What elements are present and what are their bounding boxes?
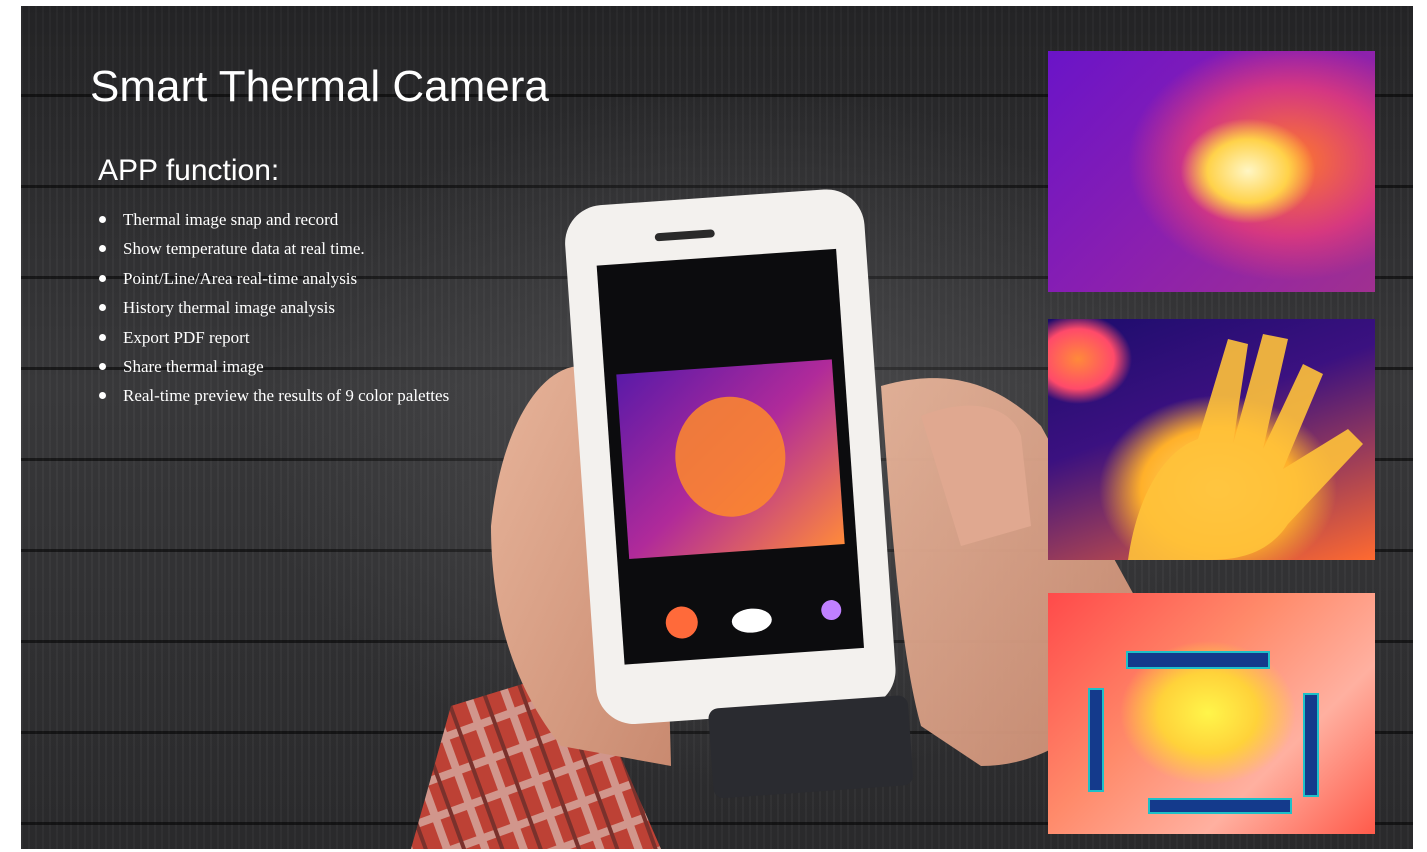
bullet-icon [99,392,106,400]
thermal-edge [1126,651,1270,669]
bullet-icon [99,274,106,282]
feature-item: Point/Line/Area real-time analysis [99,264,449,293]
thermal-image-hand [1048,319,1375,560]
bullet-icon [99,362,106,370]
feature-text: Show temperature data at real time. [123,239,365,259]
feature-item: Thermal image snap and record [99,205,449,234]
thermal-edge [1148,798,1292,814]
slide-title: Smart Thermal Camera [90,62,549,111]
bullet-icon [99,333,106,341]
feature-item: Show temperature data at real time. [99,234,449,263]
feature-item: Real-time preview the results of 9 color… [99,381,449,410]
feature-item: Share thermal image [99,352,449,381]
feature-text: Share thermal image [123,356,264,376]
smartphone [565,189,913,799]
feature-item: Export PDF report [99,323,449,352]
thermal-image-car [1048,51,1375,292]
feature-text: Thermal image snap and record [123,210,339,229]
feature-text: History thermal image analysis [123,298,335,318]
bullet-icon [99,304,106,312]
slide: Smart Thermal Camera APP function: Therm… [21,6,1413,849]
feature-item: History thermal image analysis [99,293,449,322]
thermal-image-rainbow [1048,593,1375,834]
app-function-heading: APP function: [98,154,280,187]
feature-text: Point/Line/Area real-time analysis [123,268,358,288]
feature-list: Thermal image snap and record Show tempe… [99,205,449,411]
thermal-edge [1303,693,1319,797]
thermal-edge [1088,688,1104,792]
feature-text: Export PDF report [123,327,250,347]
bullet-icon [99,245,106,253]
bullet-icon [99,216,106,223]
feature-text: Real-time preview the results of 9 color… [123,386,450,406]
